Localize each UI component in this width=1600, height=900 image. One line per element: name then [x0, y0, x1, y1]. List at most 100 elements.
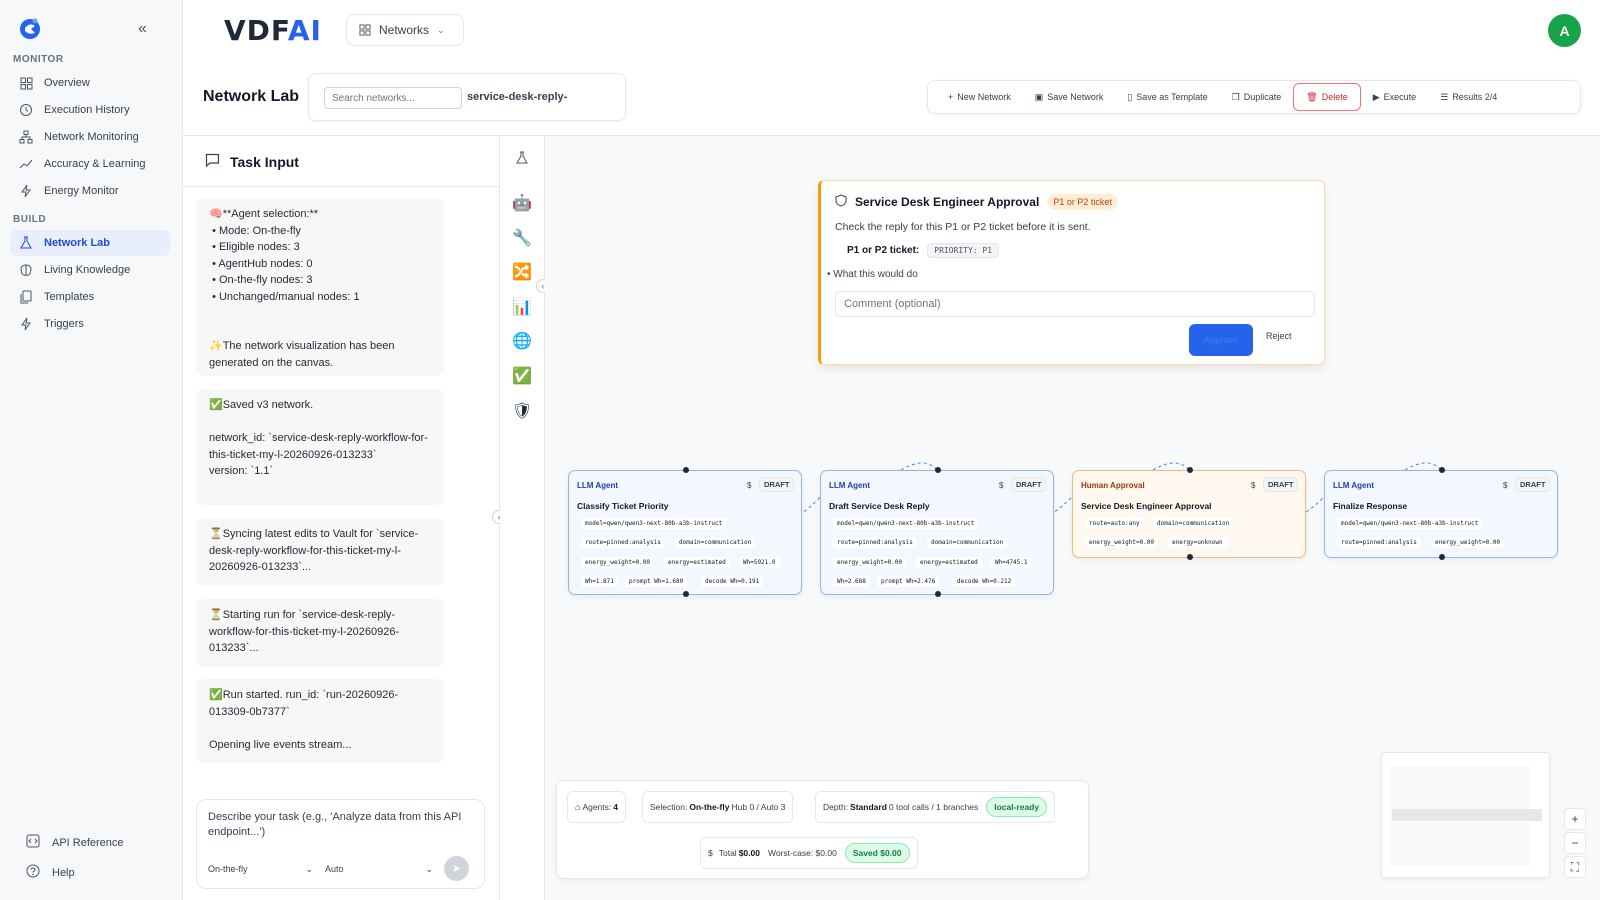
network-search-panel: service-desk-reply-	[308, 73, 626, 121]
node-meta: energy_weight=0.00	[1431, 537, 1505, 548]
sidebar-item-triggers[interactable]: Triggers	[10, 311, 170, 337]
collapse-sidebar-icon[interactable]: «	[138, 20, 147, 38]
node-input-handle[interactable]	[683, 467, 689, 473]
node-finalize-response[interactable]: LLM Agent $ DRAFT Finalize Response mode…	[1324, 467, 1558, 560]
wrench-icon[interactable]: 🔧	[508, 224, 536, 252]
chat-message: 🧠**Agent selection:** • Mode: On-the-fly…	[196, 198, 444, 376]
check-icon[interactable]: ✅	[508, 362, 536, 390]
chart-icon[interactable]: 📊	[508, 293, 536, 321]
sidebar-item-living-knowledge[interactable]: Living Knowledge	[10, 257, 170, 283]
node-name: Draft Service Desk Reply	[829, 501, 930, 511]
copy-icon	[18, 289, 34, 305]
sidebar-item-network-monitoring[interactable]: Network Monitoring	[10, 124, 170, 150]
shield-icon	[835, 194, 847, 210]
node-classify-ticket-priority[interactable]: LLM Agent $ DRAFT Classify Ticket Priori…	[568, 467, 802, 597]
chat-message: ✅Run started. run_id: `run-20260926-0133…	[196, 679, 444, 763]
robot-icon[interactable]: 🤖	[508, 189, 536, 217]
duplicate-label: Duplicate	[1243, 92, 1282, 102]
node-input-handle[interactable]	[1439, 467, 1445, 473]
sidebar-item-help[interactable]: Help	[26, 864, 75, 881]
selection-chip: Selection: On-the-fly Hub 0 / Auto 3	[642, 791, 794, 823]
sidebar-item-network-lab[interactable]: Network Lab	[10, 230, 170, 256]
help-icon	[26, 864, 40, 881]
chat-message: ⏳Starting run for `service-desk-reply-wo…	[196, 599, 444, 667]
node-meta: decode Wh=0.191	[701, 576, 764, 587]
sidebar-item-label: Network Monitoring	[44, 131, 139, 143]
canvas-minimap[interactable]	[1381, 752, 1550, 878]
node-meta: model=qwen/qwen3-next-80b-a3b-instruct	[1337, 518, 1483, 529]
network-stats-panel: ⌂ Agents: 4 Selection: On-the-fly Hub 0 / A…	[556, 780, 1089, 879]
task-header-divider	[183, 186, 500, 187]
selected-network-name: service-desk-reply-	[467, 91, 568, 103]
results-button[interactable]: ☰ Results 2/4	[1428, 83, 1509, 111]
total-label: Total	[718, 848, 737, 858]
node-meta: Wh=5921.0	[739, 557, 780, 568]
save-template-button[interactable]: ▯ Save as Template	[1115, 83, 1219, 111]
node-output-handle[interactable]	[1439, 554, 1445, 560]
node-input-handle[interactable]	[935, 467, 941, 473]
palette-flask-icon[interactable]	[508, 144, 536, 172]
message-list[interactable]: 🧠**Agent selection:** • Mode: On-the-fly…	[196, 188, 501, 900]
node-meta: route=auto:any	[1085, 518, 1144, 529]
sidebar-item-execution-history[interactable]: Execution History	[10, 97, 170, 123]
duplicate-button[interactable]: ❐ Duplicate	[1220, 83, 1294, 111]
model-select-value: Auto	[325, 864, 344, 874]
approve-button[interactable]: Approve	[1189, 324, 1253, 356]
globe-icon[interactable]: 🌐	[508, 327, 536, 355]
networks-dropdown[interactable]: Networks ⌄	[346, 14, 464, 46]
sidebar-item-overview[interactable]: Overview	[10, 70, 170, 96]
new-network-button[interactable]: + New Network	[936, 83, 1023, 111]
sidebar-item-templates[interactable]: Templates	[10, 284, 170, 310]
delete-button[interactable]: 🗑 Delete	[1293, 83, 1361, 111]
task-input-header: Task Input	[205, 153, 299, 170]
shuffle-icon[interactable]: 🔀	[508, 258, 536, 286]
sidebar-item-energy-monitor[interactable]: Energy Monitor	[10, 178, 170, 204]
node-output-handle[interactable]	[1187, 554, 1193, 560]
sidebar-item-api-reference[interactable]: API Reference	[26, 834, 124, 851]
trend-icon	[18, 156, 34, 172]
delete-label: Delete	[1321, 92, 1348, 102]
total-value: $0.00	[738, 848, 760, 858]
grid-icon	[359, 24, 371, 36]
task-description-input[interactable]: Describe your task (e.g., 'Analyze data …	[208, 810, 478, 840]
history-icon	[18, 102, 34, 118]
brand-main-text: VDF	[224, 14, 288, 47]
node-draft-service-desk-reply[interactable]: LLM Agent $ DRAFT Draft Service Desk Rep…	[820, 467, 1054, 597]
save-network-button[interactable]: ▣ Save Network	[1023, 83, 1116, 111]
reject-button[interactable]: Reject	[1266, 331, 1292, 341]
send-button[interactable]: ➤	[444, 856, 469, 881]
node-output-handle[interactable]	[683, 591, 689, 597]
approval-comment-input[interactable]	[835, 291, 1315, 317]
mode-select[interactable]: On-the-fly ⌄	[208, 864, 313, 875]
app-logo-icon[interactable]	[18, 16, 42, 40]
execute-button[interactable]: ▶ Execute	[1361, 83, 1428, 111]
what-this-would-do-toggle[interactable]: • What this would do	[827, 269, 918, 280]
brand-logo: VDFAI	[224, 14, 322, 47]
node-output-handle[interactable]	[935, 591, 941, 597]
local-ready-badge: local-ready	[986, 797, 1048, 817]
flask-icon	[18, 235, 34, 251]
sidebar-item-accuracy-learning[interactable]: Accuracy & Learning	[10, 151, 170, 177]
node-meta: prompt Wh=2.476	[877, 576, 940, 587]
node-state-badge: DRAFT	[1515, 477, 1551, 492]
fit-view-button[interactable]: ⛶	[1564, 856, 1586, 878]
selection-rest: Hub 0 / Auto 3	[731, 802, 786, 812]
shield-icon[interactable]: 🛡	[508, 397, 536, 425]
execute-label: Execute	[1383, 92, 1417, 102]
user-avatar[interactable]: A	[1548, 14, 1581, 47]
node-meta: energy=estimated	[664, 557, 730, 568]
zoom-out-button[interactable]: −	[1564, 832, 1586, 854]
send-icon: ➤	[451, 863, 462, 875]
sidebar-item-label: Energy Monitor	[44, 185, 119, 197]
grid-icon	[18, 75, 34, 91]
zoom-in-button[interactable]: +	[1564, 808, 1586, 830]
network-toolbar: + New Network ▣ Save Network ▯ Save as Temp…	[927, 80, 1581, 114]
mode-select-value: On-the-fly	[208, 864, 248, 874]
network-search-input[interactable]	[324, 87, 462, 109]
approval-badge: P1 or P2 ticket	[1047, 194, 1118, 210]
node-input-handle[interactable]	[1187, 467, 1193, 473]
node-service-desk-engineer-approval[interactable]: Human Approval $ DRAFT Service Desk Engi…	[1072, 467, 1306, 560]
approval-field-label: P1 or P2 ticket:	[847, 245, 920, 256]
model-select[interactable]: Auto ⌄	[325, 864, 433, 875]
node-meta: model=qwen/qwen3-next-80b-a3b-instruct	[581, 518, 727, 529]
